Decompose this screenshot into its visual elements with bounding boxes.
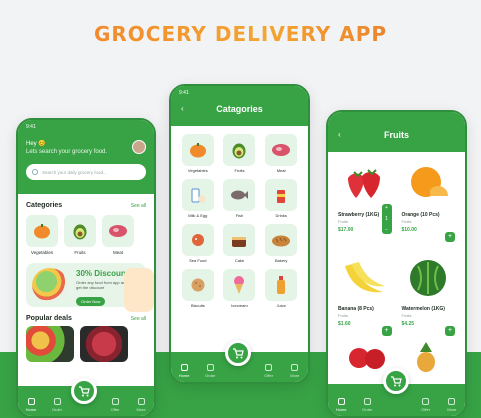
nav-home-2[interactable]: Home: [174, 364, 194, 378]
quantity-stepper[interactable]: +1−: [381, 204, 392, 234]
add-banana-button[interactable]: +: [381, 326, 392, 336]
nav-order-3[interactable]: Order: [357, 398, 377, 412]
offer-icon: [111, 398, 119, 405]
bread-icon: [272, 235, 291, 247]
nav-more[interactable]: More: [131, 398, 151, 412]
pineapple-image: [416, 342, 435, 372]
product-card-orange[interactable]: Orange (10 Pcs) Fruits $10.00 +: [402, 160, 455, 248]
cart-button-3[interactable]: [383, 368, 409, 394]
grid-icecream[interactable]: Icecream: [223, 269, 257, 308]
categories-screen: 9:41 ‹ Catagories Vegetables Fruits Meat…: [169, 84, 310, 384]
watermelon-image: [410, 260, 447, 296]
headline: GROCERY DELIVERY APP: [0, 22, 481, 46]
deal-vegetables-image[interactable]: [26, 326, 74, 362]
grid-biscuits[interactable]: Biscuits: [181, 269, 215, 308]
home-header: 9:41 Hey 😊 Lets search your grocery food…: [18, 120, 154, 194]
meat-icon: [272, 144, 291, 156]
grid-fish[interactable]: Fish: [223, 179, 257, 218]
salad-image: [32, 268, 68, 302]
nav-order[interactable]: Order: [47, 398, 67, 412]
grid-drinks[interactable]: Drinks: [264, 179, 298, 218]
deals-list: [18, 322, 154, 362]
nav-offer-2[interactable]: Offer: [259, 364, 279, 378]
product-card-banana[interactable]: Banana (8 Pcs) Fruits $1.60 +: [338, 254, 392, 342]
category-vegetables[interactable]: Vegetables: [26, 215, 58, 255]
fruits-header-bar: ‹ Fruits: [328, 112, 465, 152]
categories-title: Catagories: [216, 104, 263, 114]
fruits-title: Fruits: [383, 130, 409, 140]
nav-home-3[interactable]: Home: [331, 398, 351, 412]
deals-header: Popular deals See all: [26, 315, 146, 322]
product-card-watermelon[interactable]: Watermelon (1KG) Fruits $4.25 +: [402, 254, 455, 342]
grid-juice[interactable]: Juice: [264, 269, 298, 308]
nav-offer-3[interactable]: Offer: [416, 398, 436, 412]
avocado-icon: [73, 224, 87, 240]
biscuit-icon: [191, 278, 205, 292]
home-icon: [180, 364, 188, 371]
greeting: Hey 😊: [26, 141, 46, 147]
orange-image: [411, 167, 449, 197]
see-all-categories-link[interactable]: See all: [131, 203, 146, 209]
add-watermelon-button[interactable]: +: [445, 326, 455, 336]
cart-button-2[interactable]: [225, 340, 251, 366]
order-icon: [206, 364, 214, 371]
greeting-subtitle: Lets search your grocery food.: [26, 149, 108, 155]
cart-button[interactable]: [71, 378, 97, 404]
grid-bakery[interactable]: Bakery: [264, 224, 298, 263]
more-icon: [137, 398, 145, 405]
banana-image: [344, 262, 385, 293]
nav-more-3[interactable]: More: [442, 398, 462, 412]
seafood-icon: [191, 234, 204, 246]
apple-image: [349, 348, 386, 369]
milk-egg-icon: [191, 188, 206, 203]
strawberry-image: [347, 169, 380, 198]
grid-cake[interactable]: Cake: [223, 224, 257, 263]
avocado-icon: [232, 143, 246, 159]
secondary-banner: [124, 268, 154, 312]
product-grid: Strawberry (1KG) Fruits $17.00 +1− Orang…: [328, 152, 465, 342]
grid-fruits[interactable]: Fruits: [223, 134, 257, 173]
juice-icon: [277, 276, 286, 294]
search-input[interactable]: Search your daily grocery food...: [26, 164, 146, 180]
home-icon: [27, 398, 35, 405]
order-now-button[interactable]: Order Now: [76, 297, 106, 306]
categories-grid: Vegetables Fruits Meat Milk & Egg Fish D…: [171, 126, 308, 308]
category-fruits[interactable]: Fruits: [64, 215, 96, 255]
see-all-deals-link[interactable]: See all: [131, 316, 146, 322]
cake-icon: [232, 237, 247, 247]
nav-more-2[interactable]: More: [285, 364, 305, 378]
grid-vegetables[interactable]: Vegetables: [181, 134, 215, 173]
categories-header-bar: 9:41 ‹ Catagories: [171, 86, 308, 126]
offer-icon: [422, 398, 430, 405]
avatar[interactable]: [132, 140, 146, 154]
icecream-icon: [234, 276, 245, 294]
grid-sea-food[interactable]: Sea Food: [181, 224, 215, 263]
grid-milk-egg[interactable]: Milk & Egg: [181, 179, 215, 218]
search-icon: [32, 169, 38, 175]
order-icon: [363, 398, 371, 405]
nav-offer[interactable]: Offer: [105, 398, 125, 412]
cart-icon: [233, 347, 244, 358]
pumpkin-icon: [34, 224, 50, 239]
more-icon: [291, 364, 299, 371]
category-meat[interactable]: Meat: [102, 215, 134, 255]
more-icon: [448, 398, 456, 405]
product-card-strawberry[interactable]: Strawberry (1KG) Fruits $17.00 +1−: [338, 160, 392, 248]
offer-icon: [265, 364, 273, 371]
drink-icon: [277, 190, 286, 203]
home-icon: [337, 398, 345, 405]
category-list: Vegetables Fruits Meat: [18, 209, 154, 255]
grid-meat[interactable]: Meat: [264, 134, 298, 173]
deal-meat-image[interactable]: [80, 326, 128, 362]
pumpkin-icon: [189, 143, 206, 158]
add-orange-button[interactable]: +: [445, 232, 455, 242]
cart-icon: [79, 385, 90, 396]
meat-icon: [109, 225, 127, 237]
nav-order-2[interactable]: Order: [200, 364, 220, 378]
cart-icon: [391, 375, 402, 386]
order-icon: [53, 398, 61, 405]
categories-header: Categories See all: [26, 202, 146, 209]
nav-home[interactable]: Home: [21, 398, 41, 412]
fish-icon: [231, 190, 249, 200]
